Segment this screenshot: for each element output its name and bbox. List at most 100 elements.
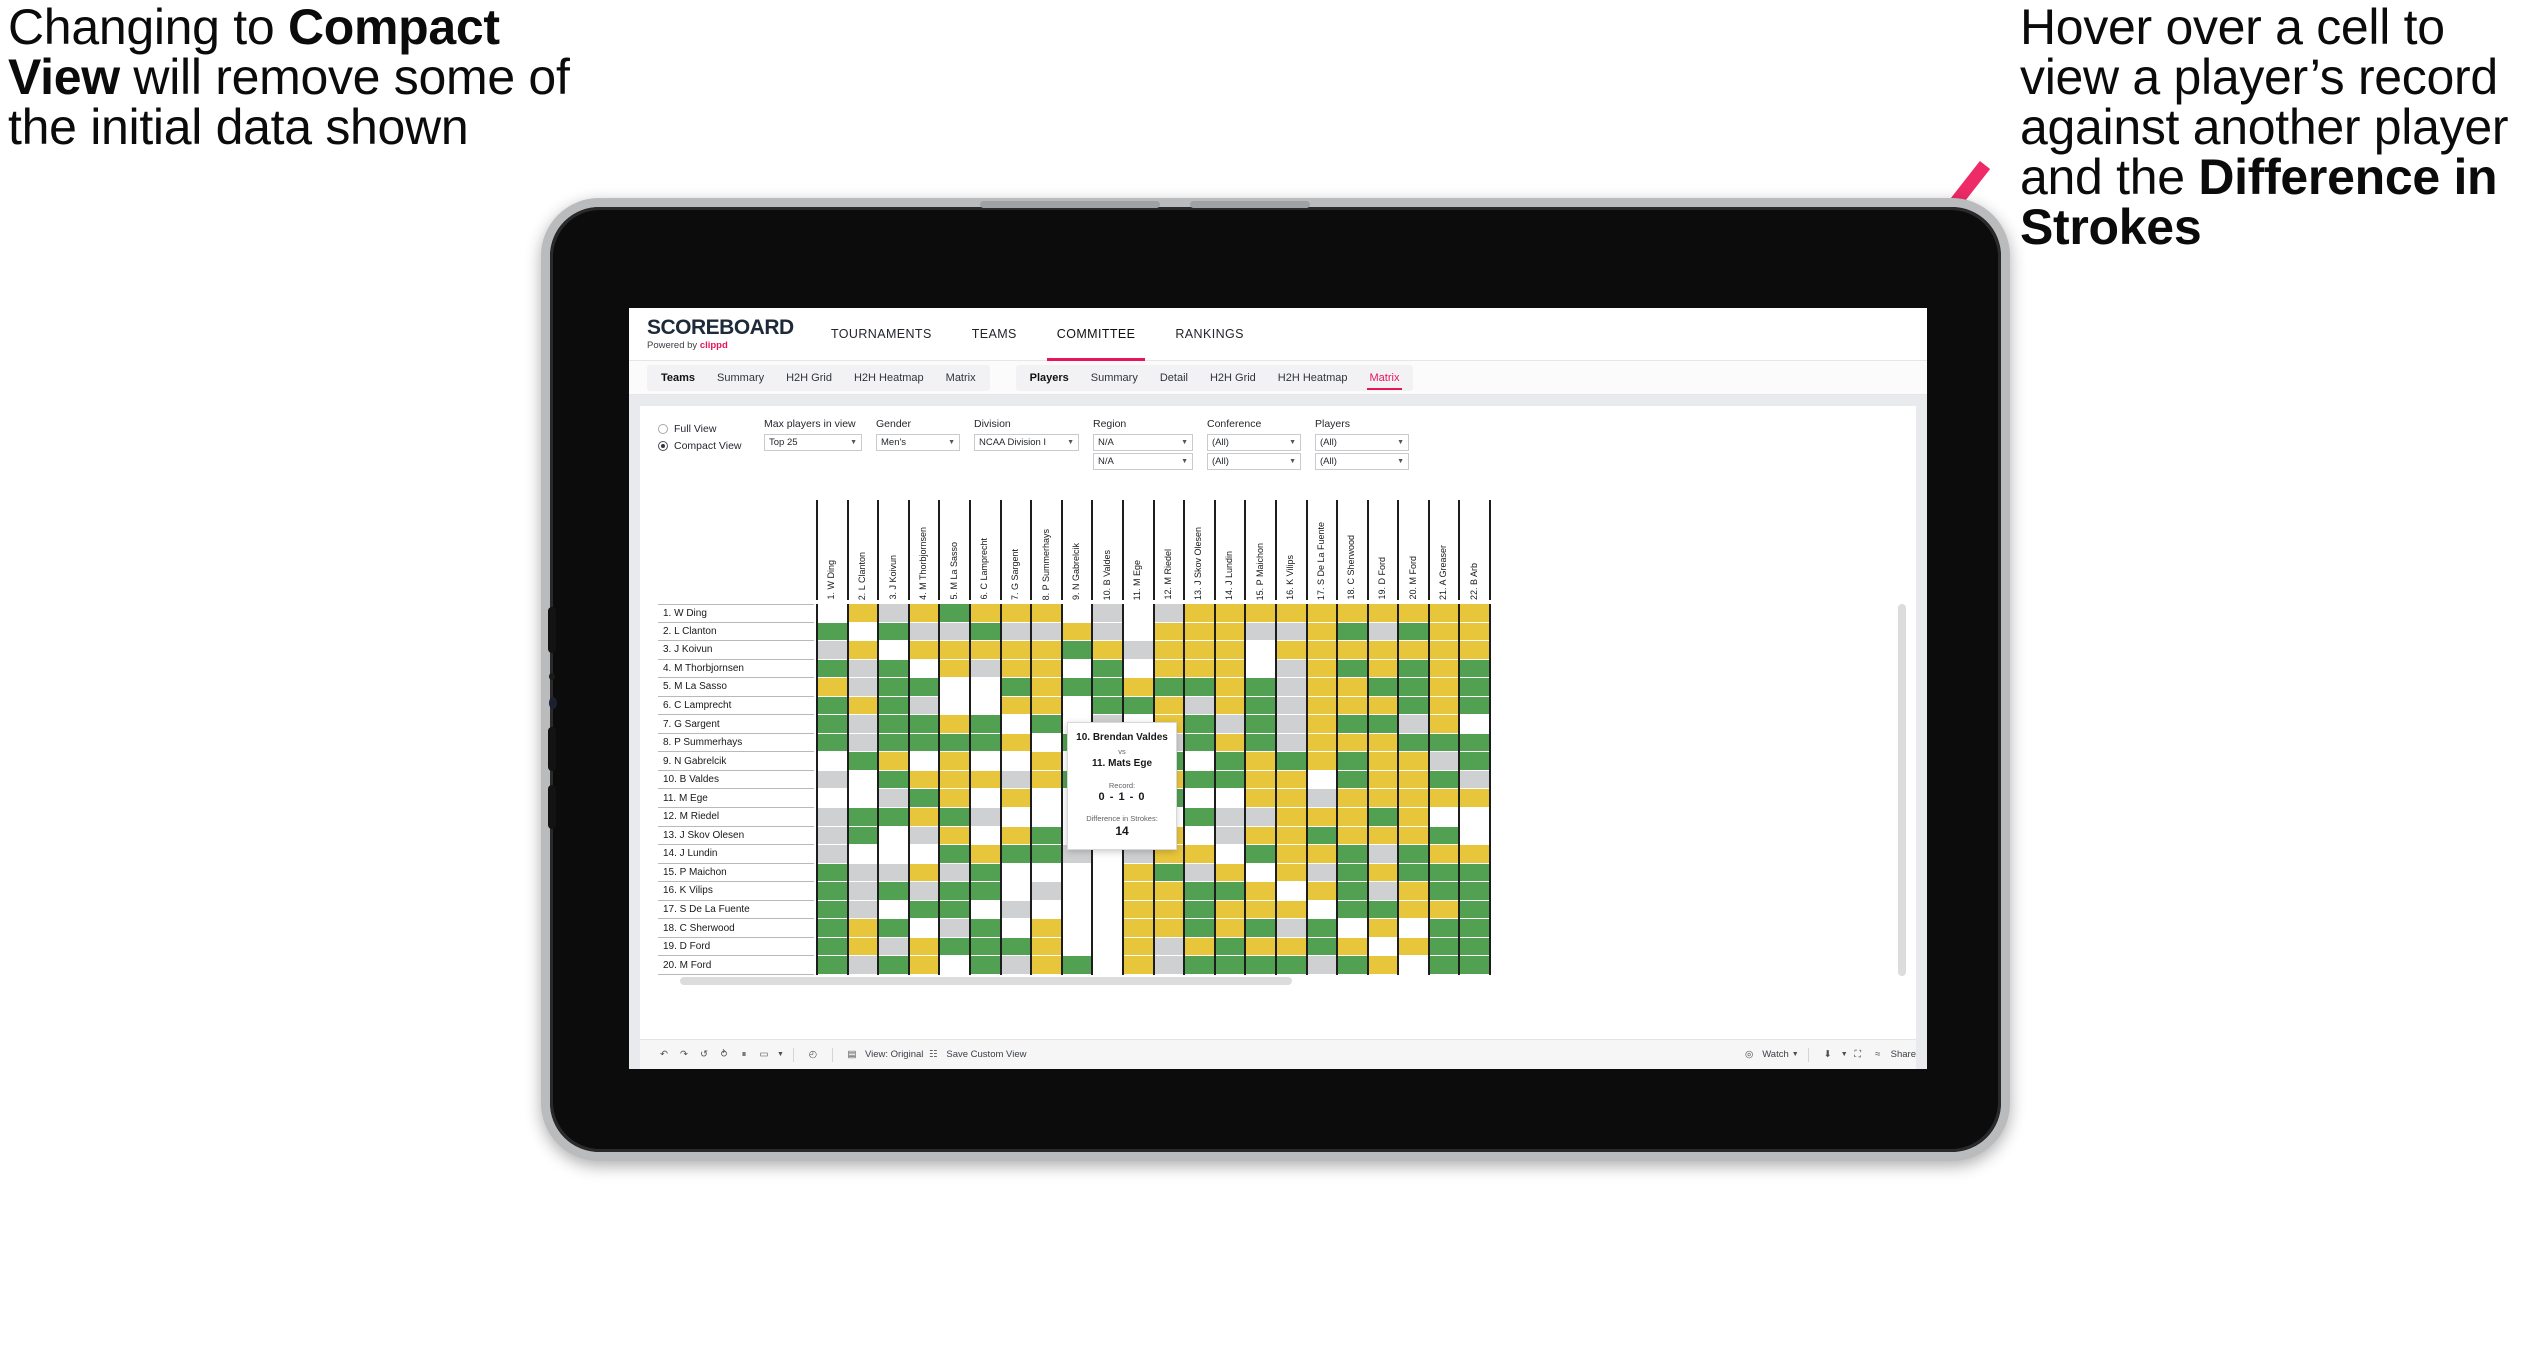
matrix-cell[interactable] <box>879 752 908 771</box>
subnav-players-detail[interactable]: Detail <box>1149 365 1199 391</box>
matrix-cell[interactable] <box>1338 956 1367 975</box>
matrix-cell[interactable] <box>1032 622 1061 642</box>
filter-select-region-2[interactable]: N/A ▼ <box>1093 453 1193 470</box>
matrix-cell[interactable] <box>909 919 939 938</box>
matrix-cell[interactable] <box>1307 659 1337 679</box>
matrix-cell[interactable] <box>1123 659 1153 679</box>
matrix-cell[interactable] <box>1399 733 1428 753</box>
topnav-item-committee[interactable]: COMMITTEE <box>1037 308 1156 361</box>
matrix-cell[interactable] <box>1093 863 1122 883</box>
matrix-cell[interactable] <box>1368 789 1398 809</box>
matrix-cell[interactable] <box>1062 882 1092 901</box>
matrix-row-header[interactable]: 11. M Ege <box>658 789 814 809</box>
matrix-cell[interactable] <box>1154 882 1184 901</box>
toolbar-view-original-button[interactable]: ▤ View: Original <box>842 1045 923 1065</box>
matrix-row-header[interactable]: 15. P Maichon <box>658 864 814 883</box>
matrix-cell[interactable] <box>818 659 847 679</box>
matrix-cell[interactable] <box>1093 641 1122 660</box>
matrix-col-header[interactable]: 3. J Koivun <box>877 500 910 600</box>
matrix-cell[interactable] <box>1154 641 1184 660</box>
matrix-cell[interactable] <box>970 956 1000 975</box>
matrix-cell[interactable] <box>1001 808 1031 827</box>
matrix-cell[interactable] <box>1246 604 1275 623</box>
toolbar-save-custom-view-button[interactable]: ☷ Save Custom View <box>923 1045 1026 1065</box>
subnav-players-summary[interactable]: Summary <box>1080 365 1149 391</box>
matrix-cell[interactable] <box>818 826 847 846</box>
matrix-cell[interactable] <box>1215 956 1245 975</box>
matrix-cell[interactable] <box>970 882 1000 901</box>
matrix-cell[interactable] <box>970 678 1000 697</box>
matrix-cell[interactable] <box>1001 900 1031 920</box>
toolbar-redo-button[interactable]: ↷ <box>674 1045 694 1065</box>
matrix-cell[interactable] <box>1001 937 1031 957</box>
matrix-cell[interactable] <box>1123 678 1153 697</box>
matrix-cell[interactable] <box>1276 678 1306 697</box>
matrix-cell[interactable] <box>1062 622 1092 642</box>
matrix-cell[interactable] <box>1399 770 1428 790</box>
matrix-cell[interactable] <box>909 937 939 957</box>
matrix-col-header[interactable]: 8. P Summerhays <box>1030 500 1063 600</box>
matrix-cell[interactable] <box>1276 845 1306 864</box>
matrix-cell[interactable] <box>940 678 969 697</box>
matrix-col-header[interactable]: 18. C Sherwood <box>1336 500 1369 600</box>
matrix-cell[interactable] <box>1460 956 1490 975</box>
matrix-cell[interactable] <box>940 956 969 975</box>
matrix-cell[interactable] <box>1246 919 1275 938</box>
matrix-cell[interactable] <box>1276 770 1306 790</box>
matrix-cell[interactable] <box>1368 863 1398 883</box>
matrix-cell[interactable] <box>1399 956 1428 975</box>
matrix-cell[interactable] <box>848 826 878 846</box>
matrix-cell[interactable] <box>1368 919 1398 938</box>
matrix-cell[interactable] <box>1429 715 1459 734</box>
matrix-cell[interactable] <box>1429 770 1459 790</box>
matrix-cell[interactable] <box>818 863 847 883</box>
matrix-cell[interactable] <box>1276 808 1306 827</box>
matrix-cell[interactable] <box>1429 826 1459 846</box>
matrix-cell[interactable] <box>1368 604 1398 623</box>
matrix-cell[interactable] <box>879 863 908 883</box>
matrix-cell[interactable] <box>1368 659 1398 679</box>
matrix-cell[interactable] <box>1399 715 1428 734</box>
matrix-cell[interactable] <box>940 789 969 809</box>
matrix-row-header[interactable]: 10. B Valdes <box>658 771 814 790</box>
matrix-cell[interactable] <box>879 956 908 975</box>
matrix-cell[interactable] <box>879 937 908 957</box>
matrix-cell[interactable] <box>1185 659 1214 679</box>
matrix-col-header[interactable]: 19. D Ford <box>1366 500 1400 600</box>
subnav-players-matrix[interactable]: Matrix <box>1359 365 1411 391</box>
matrix-cell[interactable] <box>1399 604 1428 623</box>
matrix-cell[interactable] <box>848 622 878 642</box>
matrix-cell[interactable] <box>1368 641 1398 660</box>
matrix-cell[interactable] <box>1368 696 1398 716</box>
matrix-cell[interactable] <box>818 641 847 660</box>
matrix-cell[interactable] <box>1276 826 1306 846</box>
matrix-cell[interactable] <box>1246 808 1275 827</box>
matrix-cell[interactable] <box>1307 696 1337 716</box>
matrix-cell[interactable] <box>1368 715 1398 734</box>
radio-compact-view[interactable]: Compact View <box>658 437 764 454</box>
matrix-cell[interactable] <box>1429 919 1459 938</box>
matrix-cell[interactable] <box>1338 641 1367 660</box>
matrix-row-header[interactable]: 17. S De La Fuente <box>658 901 814 920</box>
matrix-cell[interactable] <box>1154 659 1184 679</box>
matrix-cell[interactable] <box>940 845 969 864</box>
matrix-cell[interactable] <box>1460 919 1490 938</box>
matrix-cell[interactable] <box>1429 845 1459 864</box>
matrix-cell[interactable] <box>1215 715 1245 734</box>
matrix-col-header[interactable]: 21. A Greaser <box>1427 500 1461 600</box>
subnav-players-h2h-grid[interactable]: H2H Grid <box>1199 365 1267 391</box>
matrix-cell[interactable] <box>1001 678 1031 697</box>
matrix-cell[interactable] <box>818 715 847 734</box>
matrix-cell[interactable] <box>1368 882 1398 901</box>
matrix-cell[interactable] <box>1093 900 1122 920</box>
matrix-cell[interactable] <box>1399 752 1428 771</box>
matrix-cell[interactable] <box>1429 863 1459 883</box>
matrix-cell[interactable] <box>879 900 908 920</box>
matrix-cell[interactable] <box>1062 641 1092 660</box>
matrix-cell[interactable] <box>1368 678 1398 697</box>
matrix-col-header[interactable]: 12. M Riedel <box>1152 500 1186 600</box>
matrix-col-header[interactable]: 14. J Lundin <box>1213 500 1247 600</box>
matrix-cell[interactable] <box>1460 678 1490 697</box>
subnav-players-h2h-heatmap[interactable]: H2H Heatmap <box>1267 365 1359 391</box>
matrix-row-header[interactable]: 18. C Sherwood <box>658 919 814 938</box>
